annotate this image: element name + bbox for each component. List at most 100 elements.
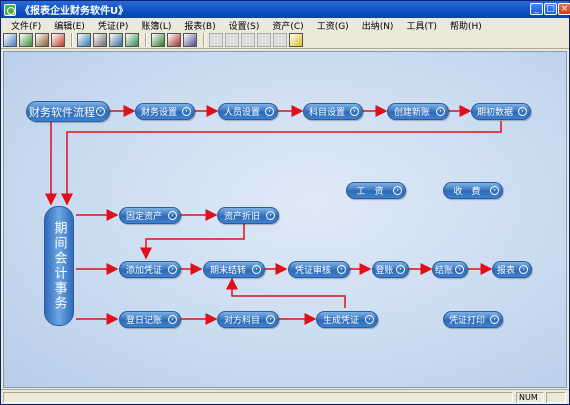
node-print-voucher[interactable]: 凭证打印 › <box>443 311 503 328</box>
disk-icon[interactable] <box>183 33 197 47</box>
go-icon: › <box>266 211 275 220</box>
menu-help[interactable]: 帮助(H) <box>446 19 491 32</box>
table-icon[interactable] <box>109 33 123 47</box>
go-icon: › <box>393 186 402 195</box>
toolbar <box>1 32 569 49</box>
help-icon[interactable] <box>289 33 303 47</box>
node-label: 结账 <box>434 266 453 276</box>
node-label: 财务设置 <box>140 108 177 118</box>
menu-payroll[interactable]: 工资(G) <box>313 19 358 32</box>
node-counter-account[interactable]: 对方科目 › <box>217 311 279 328</box>
app-window: 《报表企业财务软件U》 _ □ × 文件(F) 编辑(E) 凭证(P) 账簿(L… <box>0 0 570 405</box>
node-fixed-assets[interactable]: 固定资产 › <box>119 207 181 224</box>
node-period-affairs[interactable]: 期间会计事务 <box>44 206 74 326</box>
node-label: 登日记账 <box>125 316 162 326</box>
node-label: 报表 <box>496 266 515 276</box>
node-label: 期末结转 <box>209 266 246 276</box>
node-daily-journal[interactable]: 登日记账 › <box>119 311 181 328</box>
status-message <box>3 392 513 403</box>
node-label: 凭证审核 <box>294 266 331 276</box>
menu-voucher[interactable]: 凭证(P) <box>94 19 137 32</box>
minimize-button[interactable]: _ <box>530 3 543 15</box>
node-staff-settings[interactable]: 人员设置 › <box>218 103 278 120</box>
node-label: 期初数据 <box>476 108 513 118</box>
node-label: 登账 <box>375 266 394 276</box>
node-label: 工 资 <box>356 187 384 197</box>
status-extra <box>546 392 566 403</box>
status-bar: NUM <box>1 389 569 404</box>
node-label: 添加凭证 <box>125 266 162 276</box>
go-icon: › <box>266 315 275 324</box>
report-icon[interactable] <box>151 33 165 47</box>
node-label: 收 费 <box>453 187 481 197</box>
node-depreciation[interactable]: 资产折旧 › <box>217 207 279 224</box>
title-bar: 《报表企业财务软件U》 _ □ × <box>1 1 570 18</box>
node-label: 资产折旧 <box>223 212 260 222</box>
export-icon[interactable] <box>93 33 107 47</box>
node-close-books[interactable]: 结账 › <box>432 261 468 278</box>
go-icon: › <box>252 265 261 274</box>
go-icon: › <box>365 315 374 324</box>
node-generate-voucher[interactable]: 生成凭证 › <box>316 311 378 328</box>
save-icon[interactable] <box>51 33 65 47</box>
menu-settings[interactable]: 设置(S) <box>225 19 269 32</box>
node-create-ledger[interactable]: 创建新账 › <box>387 103 449 120</box>
go-icon: › <box>396 265 405 274</box>
app-logo-icon <box>4 3 16 16</box>
node-voucher-review[interactable]: 凭证审核 › <box>288 261 350 278</box>
menu-file[interactable]: 文件(F) <box>7 19 50 32</box>
node-finance-settings[interactable]: 财务设置 › <box>135 103 195 120</box>
go-icon: › <box>455 265 464 274</box>
status-num: NUM <box>516 392 544 403</box>
flow-main-node[interactable]: 财务软件流程 › <box>26 101 110 122</box>
go-icon: › <box>490 315 499 324</box>
print-icon[interactable] <box>19 33 33 47</box>
window-title: 《报表企业财务软件U》 <box>20 6 129 17</box>
menu-report[interactable]: 报表(B) <box>180 19 224 32</box>
node-add-voucher[interactable]: 添加凭证 › <box>119 261 181 278</box>
menu-bar: 文件(F) 编辑(E) 凭证(P) 账簿(L) 报表(B) 设置(S) 资产(C… <box>1 18 569 32</box>
flow-canvas: 财务软件流程 › 财务设置 › 人员设置 › 科目设置 › 创建新账 › 期初数据 › 工 … <box>3 51 567 388</box>
node-period-close[interactable]: 期末结转 › <box>203 261 265 278</box>
go-icon: › <box>168 315 177 324</box>
menu-edit[interactable]: 编辑(E) <box>50 19 94 32</box>
menu-cashier[interactable]: 出纳(N) <box>358 19 403 32</box>
open-icon[interactable] <box>3 33 17 47</box>
menu-assets[interactable]: 资产(C) <box>268 19 312 32</box>
chart-icon[interactable] <box>125 33 139 47</box>
node-label: 对方科目 <box>223 316 260 326</box>
node-opening-data[interactable]: 期初数据 › <box>471 103 531 120</box>
scissors-icon <box>241 33 255 47</box>
search-icon[interactable] <box>77 33 91 47</box>
cut-icon <box>225 33 239 47</box>
paste-icon <box>273 33 287 47</box>
go-icon: › <box>265 107 274 116</box>
node-label: 创建新账 <box>393 108 430 118</box>
node-reports[interactable]: 报表 › <box>492 261 532 278</box>
menu-tools[interactable]: 工具(T) <box>402 19 446 32</box>
node-label: 凭证打印 <box>448 316 485 326</box>
node-payroll[interactable]: 工 资 › <box>346 182 406 199</box>
toolbar-separator <box>203 33 205 47</box>
node-posting[interactable]: 登账 › <box>372 261 409 278</box>
image-icon[interactable] <box>167 33 181 47</box>
maximize-button[interactable]: □ <box>544 3 557 15</box>
edit-icon[interactable] <box>35 33 49 47</box>
node-fees[interactable]: 收 费 › <box>443 182 503 199</box>
toolbar-separator <box>71 33 73 47</box>
go-icon: › <box>168 265 177 274</box>
node-label: 生成凭证 <box>322 316 359 326</box>
go-icon: › <box>519 265 528 274</box>
go-icon: › <box>350 107 359 116</box>
flow-main-label: 财务软件流程 <box>29 105 95 119</box>
node-label: 科目设置 <box>308 108 345 118</box>
go-icon: › <box>96 107 105 116</box>
go-icon: › <box>182 107 191 116</box>
copy-icon <box>257 33 271 47</box>
node-label: 固定资产 <box>125 212 162 222</box>
save-disabled-icon <box>209 33 223 47</box>
menu-ledger[interactable]: 账簿(L) <box>137 19 180 32</box>
go-icon: › <box>436 107 445 116</box>
close-button[interactable]: × <box>558 3 570 15</box>
node-account-settings[interactable]: 科目设置 › <box>303 103 363 120</box>
